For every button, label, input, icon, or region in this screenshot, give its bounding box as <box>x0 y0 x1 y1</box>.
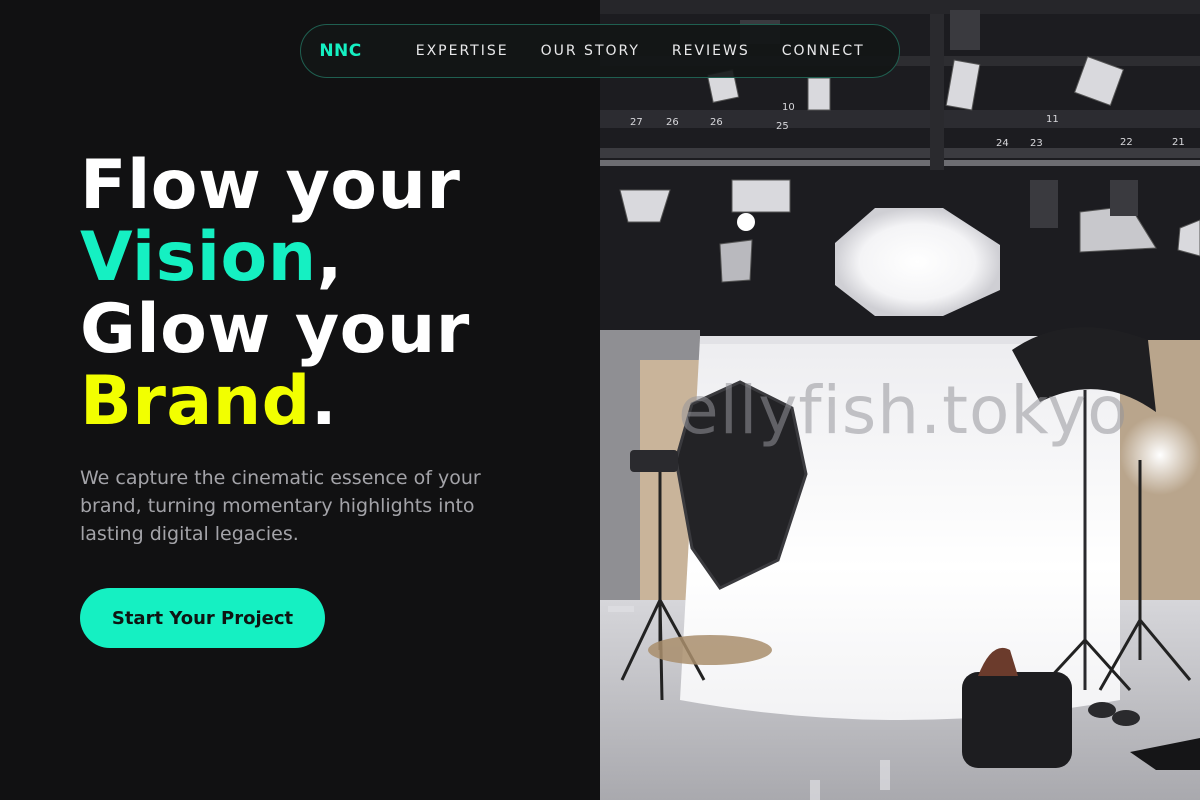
truss-number: 24 <box>996 138 1009 149</box>
truss-number: 11 <box>1046 114 1059 125</box>
headline-line-4: Brand. <box>80 366 470 438</box>
truss-number: 25 <box>776 121 789 132</box>
headline-accent-brand: Brand <box>80 362 311 441</box>
truss-number: 23 <box>1030 138 1043 149</box>
start-project-button[interactable]: Start Your Project <box>80 588 325 648</box>
headline-line-1: Flow your <box>80 146 461 225</box>
headline-comma: , <box>316 218 343 297</box>
studio-photo: 27 26 26 25 10 11 24 23 22 21 ellyfish.t… <box>600 0 1200 800</box>
nav-link-reviews[interactable]: REVIEWS <box>672 43 750 59</box>
truss-number: 26 <box>710 117 723 128</box>
headline-period: . <box>310 362 338 441</box>
headline-accent-vision: Vision <box>80 218 317 297</box>
truss-number: 10 <box>782 102 795 113</box>
hero-panel: Flow your Vision, Glow your Brand. We ca… <box>0 0 600 800</box>
headline-line-2: Vision, <box>80 222 470 294</box>
hero-description: We capture the cinematic essence of your… <box>80 467 481 545</box>
truss-number: 21 <box>1172 137 1185 148</box>
truss-number: 26 <box>666 117 679 128</box>
truss-number: 27 <box>630 117 643 128</box>
headline-line-3: Glow your <box>80 290 470 369</box>
top-navigation: NNC EXPERTISE OUR STORY REVIEWS CONNECT <box>300 24 900 78</box>
hero-headline: Flow your Vision, Glow your Brand. <box>80 150 470 438</box>
nav-link-expertise[interactable]: EXPERTISE <box>416 43 509 59</box>
nav-link-connect[interactable]: CONNECT <box>782 43 865 59</box>
page: Flow your Vision, Glow your Brand. We ca… <box>0 0 1200 800</box>
nav-link-our-story[interactable]: OUR STORY <box>541 43 640 59</box>
brand-logo[interactable]: NNC <box>319 41 361 61</box>
photo-watermark: ellyfish.tokyo <box>678 372 1129 449</box>
truss-number: 22 <box>1120 137 1133 148</box>
